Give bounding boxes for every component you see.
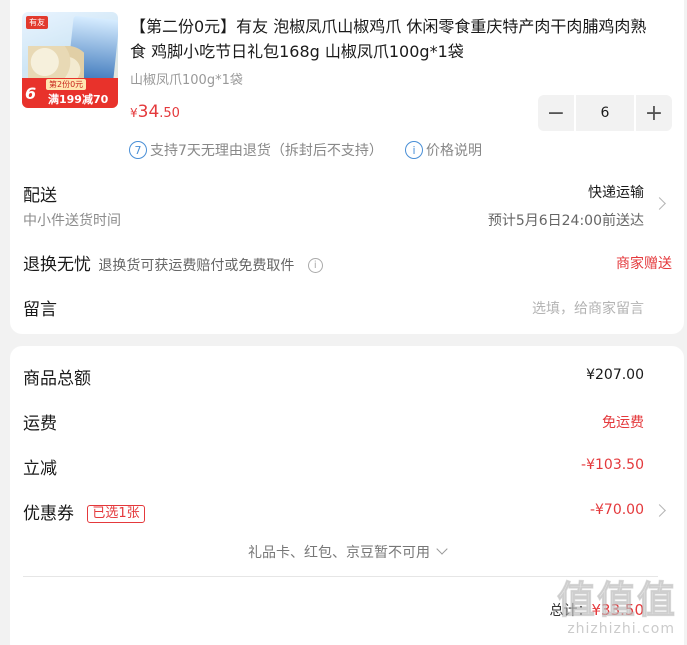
goods-total-value: ¥207.00 <box>586 367 644 383</box>
coupon-row[interactable]: 优惠券 已选1张 <box>23 499 145 524</box>
returns-row[interactable]: 退换无忧 退换货可获运费赔付或免费取件 i <box>23 250 323 275</box>
product-thumbnail[interactable]: 有友 6 第2份0元 满199减70 <box>22 12 118 108</box>
decrease-quantity-button[interactable]: − <box>538 95 574 131</box>
delivery-eta[interactable]: 预计5月6日24:00前送达 <box>488 210 644 230</box>
price-symbol: ¥ <box>130 106 138 120</box>
seven-day-return-icon: 7 <box>129 141 147 159</box>
delivery-label: 配送 <box>23 186 57 206</box>
return-policy[interactable]: 7 支持7天无理由退货（拆封后不支持） <box>129 140 383 160</box>
delivery-chevron-right-icon[interactable] <box>653 197 666 210</box>
goods-total-label: 商品总额 <box>23 369 91 389</box>
promo-main-text: 满199减70 <box>48 93 109 106</box>
chevron-down-icon <box>436 543 448 555</box>
info-icon: i <box>405 141 423 159</box>
return-policy-text: 支持7天无理由退货（拆封后不支持） <box>150 143 383 159</box>
returns-desc: 退换货可获运费赔付或免费取件 <box>98 258 295 274</box>
discount-value: -¥103.50 <box>581 457 644 473</box>
product-title[interactable]: 【第二份0元】有友 泡椒凤爪山椒鸡爪 休闲零食重庆特产肉干肉脯鸡肉熟食 鸡脚小吃… <box>130 14 660 64</box>
price-integer: 34 <box>137 102 160 122</box>
coupon-selected-tag: 已选1张 <box>87 505 145 523</box>
product-price: ¥34.50 <box>130 102 180 122</box>
promo-top-text: 第2份0元 <box>46 79 87 90</box>
message-label: 留言 <box>23 300 57 320</box>
divider <box>23 576 658 577</box>
coupon-value[interactable]: -¥70.00 <box>590 502 644 518</box>
total-value: ¥33.50 <box>591 601 645 619</box>
total-label: 总计： <box>549 603 592 619</box>
coupon-chevron-right-icon[interactable] <box>653 504 666 517</box>
shipping-label: 运费 <box>23 414 57 434</box>
message-input[interactable]: 选填，给商家留言 <box>532 298 644 318</box>
quantity-stepper: − 6 + <box>538 95 672 131</box>
order-item-card: 有友 6 第2份0元 满199减70 【第二份0元】有友 泡椒凤爪山椒鸡爪 休闲… <box>10 0 684 334</box>
returns-label: 退换无忧 <box>23 255 91 275</box>
brand-badge: 有友 <box>26 16 48 29</box>
order-summary-card: 商品总额 ¥207.00 运费 免运费 立减 -¥103.50 优惠券 已选1张… <box>10 346 684 645</box>
price-decimal: .50 <box>159 106 180 121</box>
price-note-link[interactable]: i 价格说明 <box>405 140 482 160</box>
shipping-value: 免运费 <box>602 415 644 431</box>
order-total: 总计：¥33.50 <box>550 600 645 620</box>
price-note-text: 价格说明 <box>426 143 482 159</box>
delivery-sub: 中小件送货时间 <box>23 213 121 229</box>
gift-card-note[interactable]: 礼品卡、红包、京豆暂不可用 <box>10 542 684 562</box>
coupon-label: 优惠券 <box>23 504 74 524</box>
discount-label: 立减 <box>23 459 57 479</box>
promo-banner: 6 第2份0元 满199减70 <box>22 78 118 108</box>
quantity-input[interactable]: 6 <box>574 95 636 131</box>
increase-quantity-button[interactable]: + <box>636 95 672 131</box>
returns-badge: 商家赠送 <box>616 256 672 272</box>
returns-info-icon[interactable]: i <box>307 257 323 273</box>
delivery-method[interactable]: 快递运输 <box>588 182 644 202</box>
promo-number: 6 <box>25 84 37 103</box>
product-variant[interactable]: 山椒凤爪100g*1袋 <box>130 69 243 88</box>
gift-card-note-text: 礼品卡、红包、京豆暂不可用 <box>248 545 430 561</box>
